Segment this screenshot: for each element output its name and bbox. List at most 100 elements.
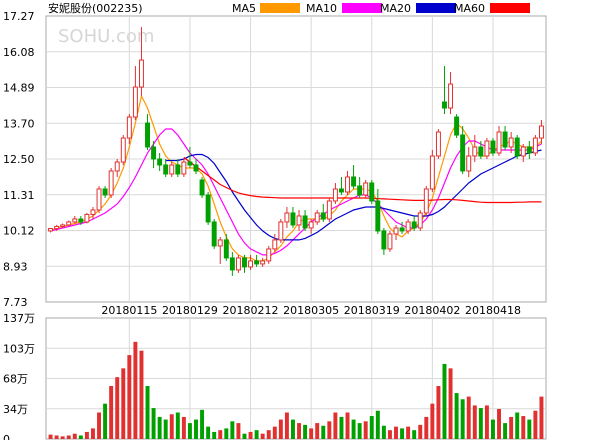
candle-body (120, 137, 126, 163)
candle-body (526, 146, 532, 154)
candle-body (175, 164, 181, 175)
volume-bar (145, 386, 150, 439)
candle-body (96, 188, 102, 211)
candle-body (132, 86, 138, 118)
candle-body (508, 137, 514, 148)
legend-label: MA20 (380, 2, 411, 15)
candle-body (193, 164, 199, 172)
volume-bar (394, 426, 398, 439)
candle-body (54, 225, 60, 230)
candle-body (254, 260, 260, 265)
candle-body (284, 212, 290, 223)
candle (369, 179, 375, 204)
volume-bar (242, 433, 247, 439)
candle-body (48, 228, 54, 232)
volume-bar (381, 425, 386, 439)
date-axis: 20180115 20180129 20180212 20180305 20180319… (101, 304, 521, 317)
candle-body (448, 83, 454, 109)
volume-bar (418, 424, 423, 439)
x-tick-label: 20180212 (223, 304, 279, 317)
candle-body (126, 116, 132, 139)
y-tick-label: 13.70 (3, 117, 35, 130)
candle-body (260, 260, 266, 265)
candle (96, 185, 102, 213)
candle-body (423, 188, 429, 214)
candle-body (181, 161, 187, 175)
candle-body (320, 212, 326, 220)
volume-bar (151, 408, 156, 439)
volume-bar (321, 425, 326, 439)
candle-body (169, 164, 175, 175)
legend-swatch (416, 3, 456, 13)
candle (514, 135, 520, 159)
volume-bar (436, 386, 441, 439)
candle (205, 191, 211, 225)
volume-bar (266, 430, 271, 439)
volume-bar (333, 412, 338, 439)
volume-bar (115, 377, 120, 439)
candle (484, 138, 490, 159)
legend-label: MA10 (306, 2, 337, 15)
volume-bar (48, 434, 53, 439)
volume-bar (521, 416, 526, 439)
volume-bar (78, 435, 83, 439)
candle-body (345, 176, 350, 193)
volume-bar (84, 431, 89, 439)
volume-bar (181, 416, 186, 439)
volume-bar (163, 419, 168, 439)
volume-bar (236, 423, 241, 439)
candle-body (217, 239, 223, 247)
candle-body (229, 257, 235, 271)
candle (108, 167, 114, 198)
candle (266, 245, 272, 264)
volume-bar (109, 386, 114, 439)
volume-bar (91, 428, 95, 439)
candle-body (435, 131, 441, 157)
volume-bar (424, 416, 429, 439)
x-tick-label: 20180115 (101, 304, 157, 317)
candle-body (484, 140, 490, 157)
candle-body (466, 155, 472, 172)
candle-body (138, 59, 144, 88)
candle-body (290, 212, 296, 226)
x-tick-label: 20180319 (344, 304, 400, 317)
volume-tick-label: 68万 (3, 373, 28, 386)
chart-title: 安妮股份(002235) (48, 1, 143, 15)
volume-bar (284, 412, 289, 439)
x-tick-label: 20180402 (404, 304, 460, 317)
candle (454, 114, 460, 139)
candle-body (351, 176, 357, 187)
volume-bar (400, 428, 405, 439)
candle-body (278, 221, 284, 241)
volume-bar (503, 423, 508, 439)
volume-bar (430, 403, 435, 439)
volume-bar (66, 435, 71, 439)
volume-tick-label: 103万 (3, 342, 35, 355)
candle-body (502, 131, 508, 148)
volume-bar (448, 368, 453, 439)
candle-body (387, 233, 393, 250)
volume-bar (230, 421, 235, 439)
candle-body (520, 146, 526, 157)
volume-bar (478, 408, 483, 439)
y-tick-label: 14.89 (3, 82, 35, 95)
candle-body (514, 137, 520, 157)
volume-tick-label: 0 (3, 433, 10, 440)
legend-label: MA5 (232, 2, 256, 15)
volume-bar (121, 368, 126, 439)
candle-body (211, 221, 217, 247)
candle-body (454, 116, 460, 136)
volume-bar (103, 403, 108, 439)
volume-bar (491, 419, 495, 439)
volume-bar (54, 435, 59, 439)
candle-body (108, 170, 114, 196)
volume-bar (139, 350, 144, 439)
volume-bar (127, 355, 132, 439)
candle-body (72, 218, 78, 223)
volume-bar (133, 341, 138, 439)
candle (120, 135, 126, 165)
volume-tick-label: 34万 (3, 403, 28, 416)
volume-bar (369, 416, 374, 439)
volume-bar (442, 363, 447, 439)
candle-body (296, 215, 302, 226)
